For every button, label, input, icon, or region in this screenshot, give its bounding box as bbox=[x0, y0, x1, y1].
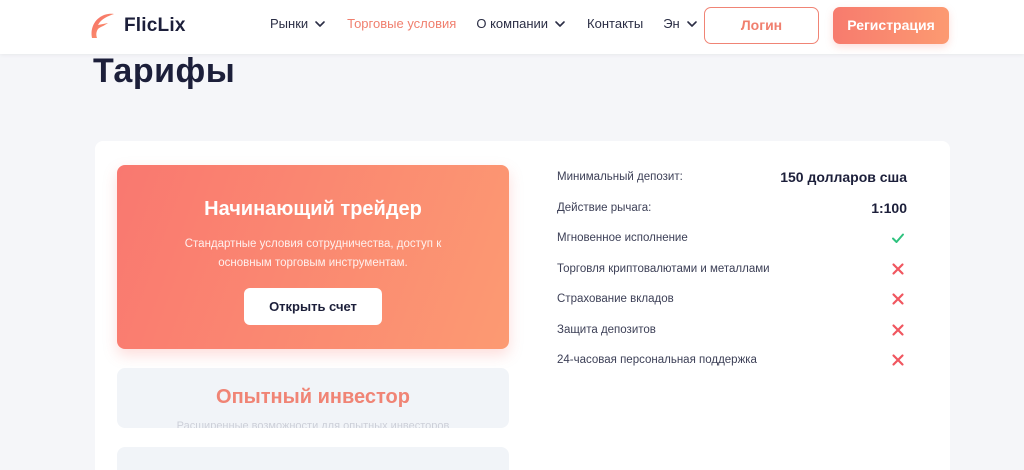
feature-row-deposit-protection: Защита депозитов bbox=[557, 315, 907, 346]
feature-value: 1:100 bbox=[871, 199, 907, 216]
plan-card-experienced[interactable]: Опытный инвестор Расширенные возможности… bbox=[117, 368, 509, 428]
plan-description: Расширенные возможности для опытных инве… bbox=[176, 420, 450, 428]
plan-title: Начинающий трейдер bbox=[204, 198, 422, 220]
plan-title: Опытный инвестор bbox=[216, 386, 410, 408]
feature-label: Страхование вкладов bbox=[557, 293, 674, 306]
plan-description: Стандартные условия сотрудничества, дост… bbox=[184, 238, 442, 269]
nav-item-language[interactable]: Эн bbox=[663, 16, 699, 31]
logo[interactable]: FlicLix bbox=[86, 10, 186, 42]
nav-item-trading-conditions[interactable]: Торговые условия bbox=[347, 16, 456, 31]
feature-label: Действие рычага: bbox=[557, 201, 652, 214]
cross-icon bbox=[892, 324, 904, 336]
page-title: Тарифы bbox=[93, 52, 236, 90]
feature-label: 24-часовая персональная поддержка bbox=[557, 354, 757, 367]
cross-icon bbox=[892, 354, 904, 366]
feature-row-instant-execution: Мгновенное исполнение bbox=[557, 223, 907, 254]
chevron-down-icon bbox=[555, 20, 565, 27]
open-account-button[interactable]: Открыть счет bbox=[244, 288, 382, 325]
nav-item-contacts[interactable]: Контакты bbox=[587, 16, 643, 31]
feature-row-leverage: Действие рычага: 1:100 bbox=[557, 193, 907, 224]
plan-card-next[interactable] bbox=[117, 447, 509, 470]
nav-item-label: Контакты bbox=[587, 16, 644, 31]
check-icon bbox=[892, 233, 904, 244]
feature-label: Мгновенное исполнение bbox=[557, 232, 688, 245]
nav-item-label: Эн bbox=[663, 16, 680, 31]
brand-name: FlicLix bbox=[124, 15, 186, 36]
feature-row-min-deposit: Минимальный депозит: 150 долларов сша bbox=[557, 162, 907, 193]
feature-row-crypto-metals: Торговля криптовалютами и металлами bbox=[557, 254, 907, 285]
nav-item-about[interactable]: О компании bbox=[476, 16, 567, 31]
plan-card-beginner[interactable]: Начинающий трейдер Стандартные условия с… bbox=[117, 165, 509, 349]
feature-row-deposit-insurance: Страхование вкладов bbox=[557, 284, 907, 315]
register-button[interactable]: Регистрация bbox=[833, 7, 949, 44]
flame-f-icon bbox=[86, 11, 116, 41]
feature-label: Минимальный депозит: bbox=[557, 171, 683, 184]
nav-item-markets[interactable]: Рынки bbox=[270, 16, 327, 31]
chevron-down-icon bbox=[686, 20, 697, 27]
login-button[interactable]: Логин bbox=[704, 7, 819, 44]
feature-row-support: 24-часовая персональная поддержка bbox=[557, 345, 907, 376]
main-nav: Рынки Торговые условия О компании Контак… bbox=[270, 16, 719, 31]
nav-item-label: О компании bbox=[476, 16, 549, 31]
site-header: FlicLix Рынки Торговые условия О компани… bbox=[0, 0, 1024, 54]
features-list: Минимальный депозит: 150 долларов сша Де… bbox=[557, 162, 907, 376]
cross-icon bbox=[892, 263, 904, 275]
feature-label: Защита депозитов bbox=[557, 323, 656, 336]
feature-value: 150 долларов сша bbox=[780, 169, 907, 186]
nav-item-label: Торговые условия bbox=[347, 16, 457, 31]
cross-icon bbox=[892, 293, 904, 305]
nav-item-label: Рынки bbox=[270, 16, 309, 31]
feature-label: Торговля криптовалютами и металлами bbox=[557, 262, 770, 275]
chevron-down-icon bbox=[315, 20, 325, 27]
